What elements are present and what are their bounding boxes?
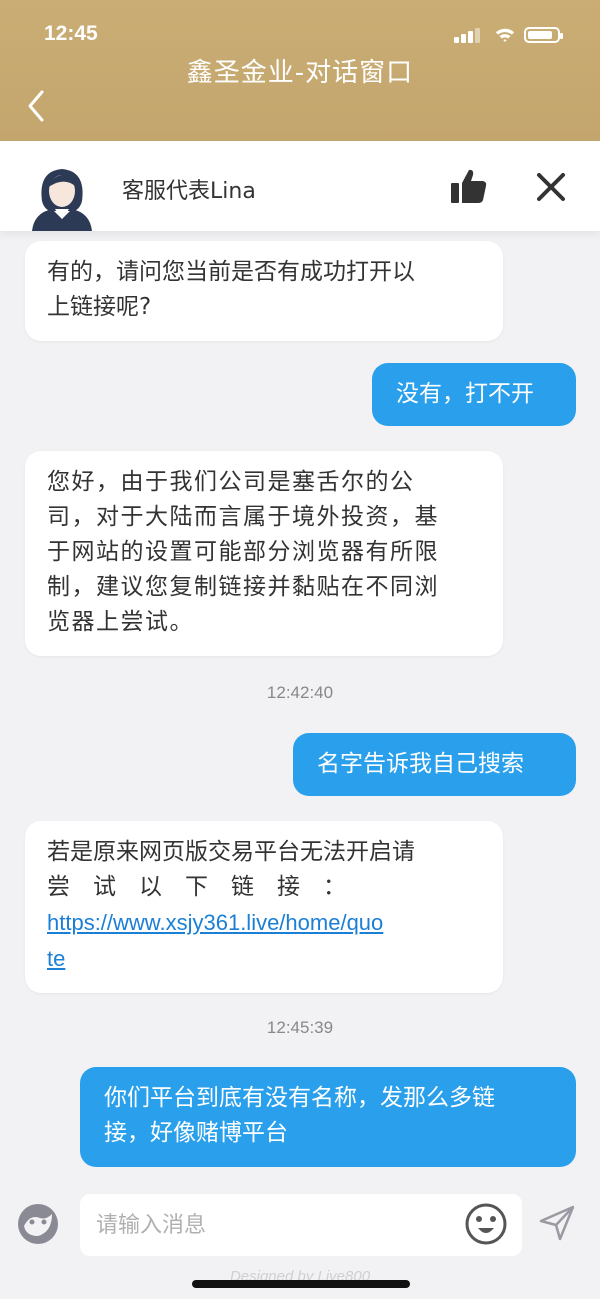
status-icons (454, 25, 574, 45)
like-button[interactable] (450, 167, 488, 205)
emoji-button[interactable] (464, 1202, 508, 1246)
message-line: 尝 试 以 下 链 接 ： (47, 874, 346, 900)
signal-icon (454, 25, 484, 45)
battery-level (528, 31, 552, 39)
agent-bar: 客服代表Lina (0, 141, 600, 231)
agent-message: 若是原来网页版交易平台无法开启请 尝 试 以 下 链 接 ： https://w… (25, 821, 503, 993)
message-line: 接，好像赌博平台 (104, 1120, 288, 1146)
chevron-left-icon (28, 90, 44, 122)
message-line: 有的，请问您当前是否有成功打开以 (47, 259, 415, 285)
battery-icon (524, 27, 563, 43)
link-line[interactable]: https://www.xsjy361.live/home/quo (47, 910, 383, 935)
send-icon (539, 1205, 575, 1241)
agent-name: 客服代表Lina (122, 179, 256, 204)
timestamp: 12:45:39 (266, 1018, 334, 1037)
top-header: 12:45 鑫圣金业-对话窗口 (0, 0, 600, 141)
send-button[interactable] (538, 1204, 576, 1242)
link-line[interactable]: te (47, 946, 65, 971)
back-button[interactable] (22, 86, 56, 126)
wifi-icon (495, 28, 515, 42)
close-icon (537, 173, 565, 201)
chat-area[interactable]: 有的，请问您当前是否有成功打开以 上链接呢? 没有，打不开 您好，由于我们公司是… (0, 231, 600, 1191)
home-indicator[interactable] (192, 1280, 410, 1288)
user-message: 你们平台到底有没有名称，发那么多链 接，好像赌博平台 (80, 1067, 576, 1167)
message-line: 若是原来网页版交易平台无法开启请 (47, 839, 415, 865)
message-line: 制，建议您复制链接并黏贴在不同浏 (47, 574, 439, 600)
timestamp: 12:42:40 (266, 683, 334, 702)
message-line: 上链接呢? (47, 294, 152, 320)
message-line: 览器上尝试。 (47, 609, 194, 635)
agent-message: 有的，请问您当前是否有成功打开以 上链接呢? (25, 241, 503, 341)
message-line: 司，对于大陆而言属于境外投资，基 (47, 504, 439, 530)
agent-message: 您好，由于我们公司是塞舌尔的公 司，对于大陆而言属于境外投资，基 于网站的设置可… (25, 451, 503, 656)
message-line: 没有，打不开 (396, 381, 534, 407)
user-message: 名字告诉我自己搜索 (293, 733, 576, 796)
mode-toggle-button[interactable] (16, 1202, 60, 1246)
smiley-icon (465, 1203, 507, 1245)
input-bar: Designed by Live800 (0, 1190, 600, 1299)
user-message: 没有，打不开 (372, 363, 576, 426)
page-title: 鑫圣金业-对话窗口 (186, 58, 414, 88)
message-input[interactable] (80, 1194, 522, 1256)
thumbs-up-icon (451, 169, 487, 203)
agent-avatar (32, 169, 92, 231)
status-time: 12:45 (44, 22, 98, 45)
message-line: 于网站的设置可能部分浏览器有所限 (47, 539, 439, 565)
message-line: 您好，由于我们公司是塞舌尔的公 (47, 469, 415, 495)
message-link[interactable]: https://www.xsjy361.live/home/quo te (47, 905, 481, 977)
message-line: 名字告诉我自己搜索 (317, 751, 524, 777)
close-button[interactable] (535, 171, 567, 203)
message-line: 你们平台到底有没有名称，发那么多链 (104, 1085, 495, 1111)
chat-mode-icon (18, 1204, 58, 1244)
